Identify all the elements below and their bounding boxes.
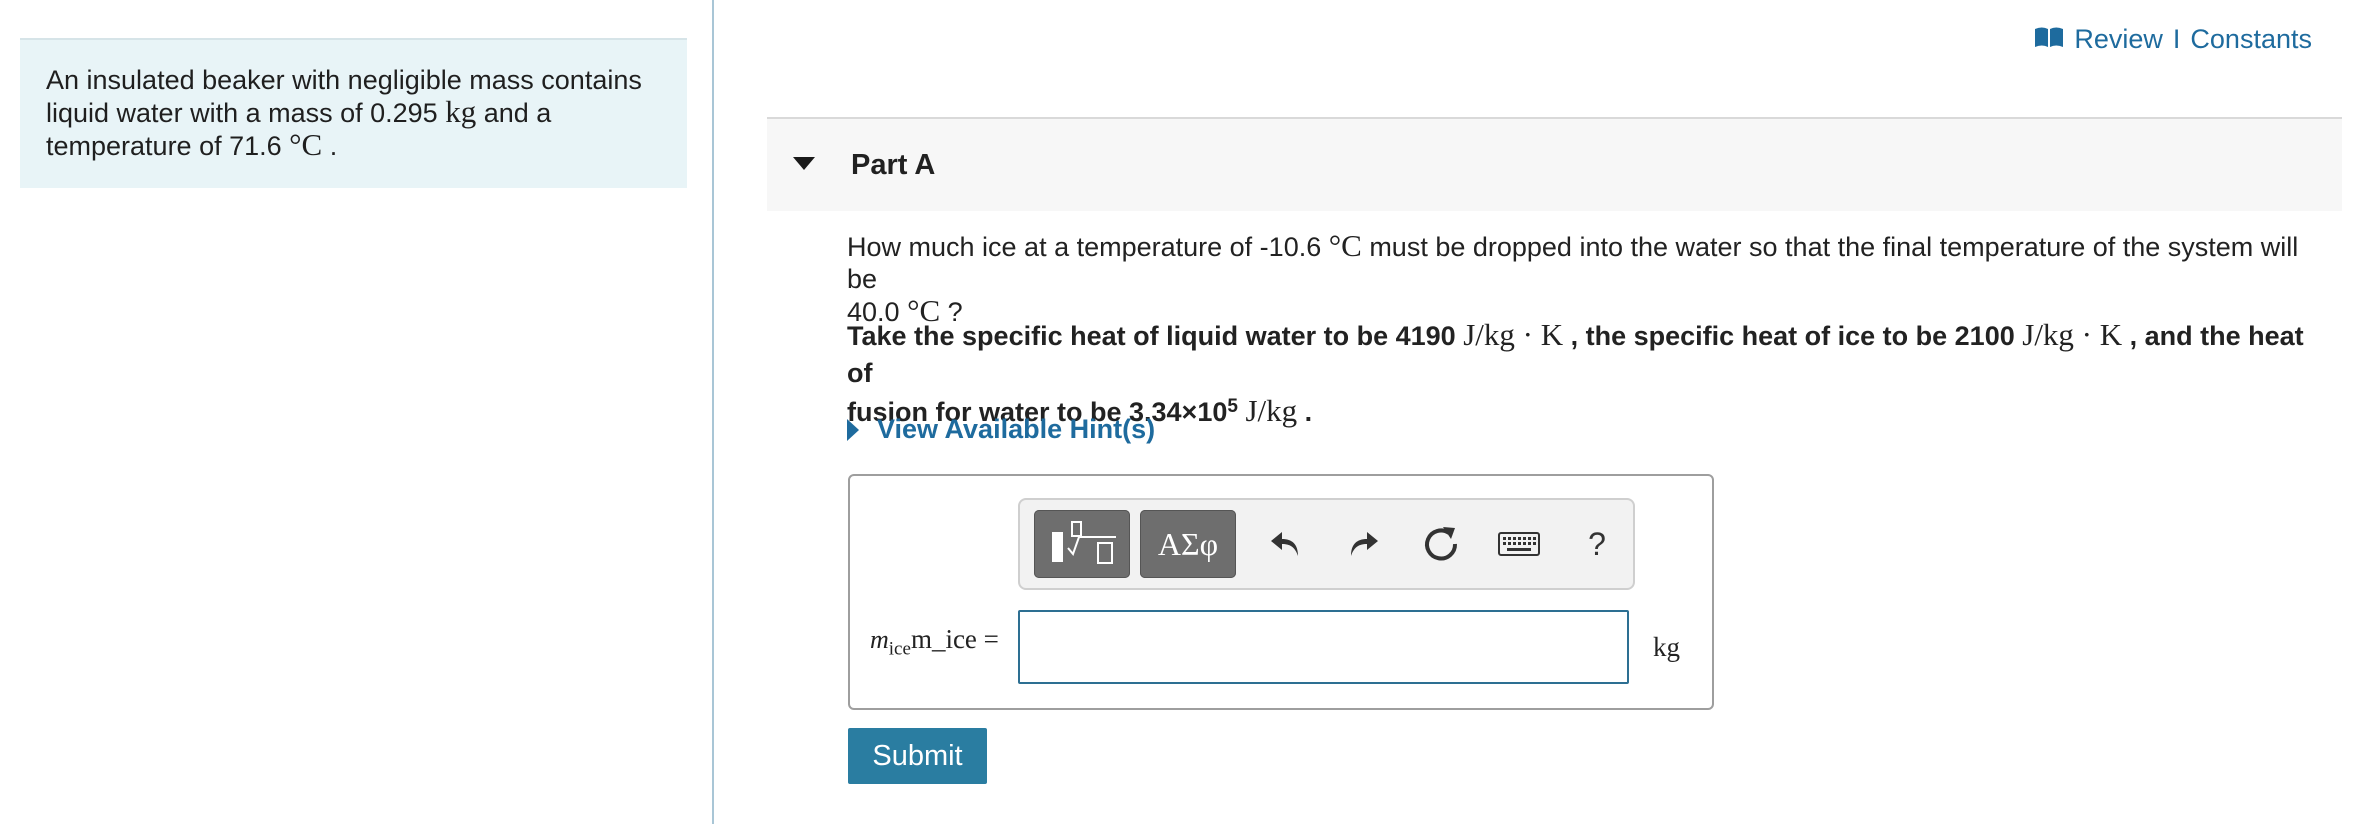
intro-mass-unit: kg	[445, 94, 477, 129]
var-equals: =	[976, 624, 999, 654]
answer-box: ΑΣφ ? micem_ice = kg	[848, 474, 1714, 710]
submit-button[interactable]: Submit	[848, 728, 987, 784]
q1-unit: °C	[1328, 228, 1362, 263]
q2-unit-1: J/kg · K	[1463, 317, 1564, 352]
intro-temp-unit: °C	[289, 127, 323, 162]
q2-text-b: , the specific heat of ice to be 2100	[1563, 321, 2023, 351]
reset-icon[interactable]	[1415, 518, 1467, 570]
panel-divider	[712, 0, 714, 824]
book-icon	[2034, 24, 2064, 55]
answer-input[interactable]	[1018, 610, 1629, 684]
math-toolbar: ΑΣφ ?	[1018, 498, 1635, 590]
intro-line-2: liquid water with a mass of 0.295 kg and…	[46, 96, 661, 129]
symbols-button[interactable]: ΑΣφ	[1140, 510, 1236, 578]
var-alt-text: m_ice	[910, 624, 977, 654]
symbols-label: ΑΣφ	[1157, 525, 1219, 562]
q2-unit-3: J/kg	[1245, 393, 1298, 428]
intro-line-1: An insulated beaker with negligible mass…	[46, 65, 642, 95]
view-hints-label: View Available Hint(s)	[877, 414, 1156, 444]
fraction-sqrt-icon	[1052, 521, 1116, 564]
expand-triangle-icon	[847, 418, 859, 441]
review-constants-bar: Review I Constants	[2034, 24, 2312, 55]
redo-icon[interactable]	[1337, 518, 1389, 570]
var-symbol: m	[870, 625, 889, 654]
intro-line-3: temperature of 71.6 °C .	[46, 129, 661, 162]
constants-link[interactable]: Constants	[2190, 24, 2312, 55]
help-button[interactable]: ?	[1571, 518, 1623, 570]
review-link[interactable]: Review	[2074, 24, 2163, 55]
var-subscript: ice	[888, 638, 911, 660]
help-label: ?	[1588, 525, 1606, 562]
templates-button[interactable]	[1034, 510, 1130, 578]
q2-exponent: 5	[1227, 396, 1238, 417]
q2-text-a: Take the specific heat of liquid water t…	[847, 321, 1464, 351]
review-separator: I	[2172, 24, 2181, 54]
intro-temp-text: temperature of 71.6	[46, 131, 290, 161]
view-hints-toggle[interactable]: View Available Hint(s)	[847, 414, 1155, 445]
part-title: Part A	[851, 149, 936, 181]
q2-text-e: .	[1297, 397, 1313, 427]
keyboard-icon[interactable]	[1493, 518, 1545, 570]
intro-line-3-tail: .	[322, 131, 338, 161]
intro-line-2-tail: and a	[476, 98, 552, 128]
answer-variable-label: micem_ice =	[870, 624, 999, 660]
undo-icon[interactable]	[1260, 518, 1312, 570]
collapse-triangle-icon[interactable]	[793, 157, 815, 170]
question-text: How much ice at a temperature of -10.6 °…	[847, 230, 2327, 328]
q1-text: How much ice at a temperature of -10.6	[847, 232, 1329, 262]
part-header[interactable]: Part A	[767, 117, 2342, 211]
q2-unit-2: J/kg · K	[2022, 317, 2123, 352]
intro-mass-text: liquid water with a mass of 0.295	[46, 98, 446, 128]
answer-unit: kg	[1653, 632, 1680, 662]
problem-intro-panel: An insulated beaker with negligible mass…	[20, 38, 687, 188]
